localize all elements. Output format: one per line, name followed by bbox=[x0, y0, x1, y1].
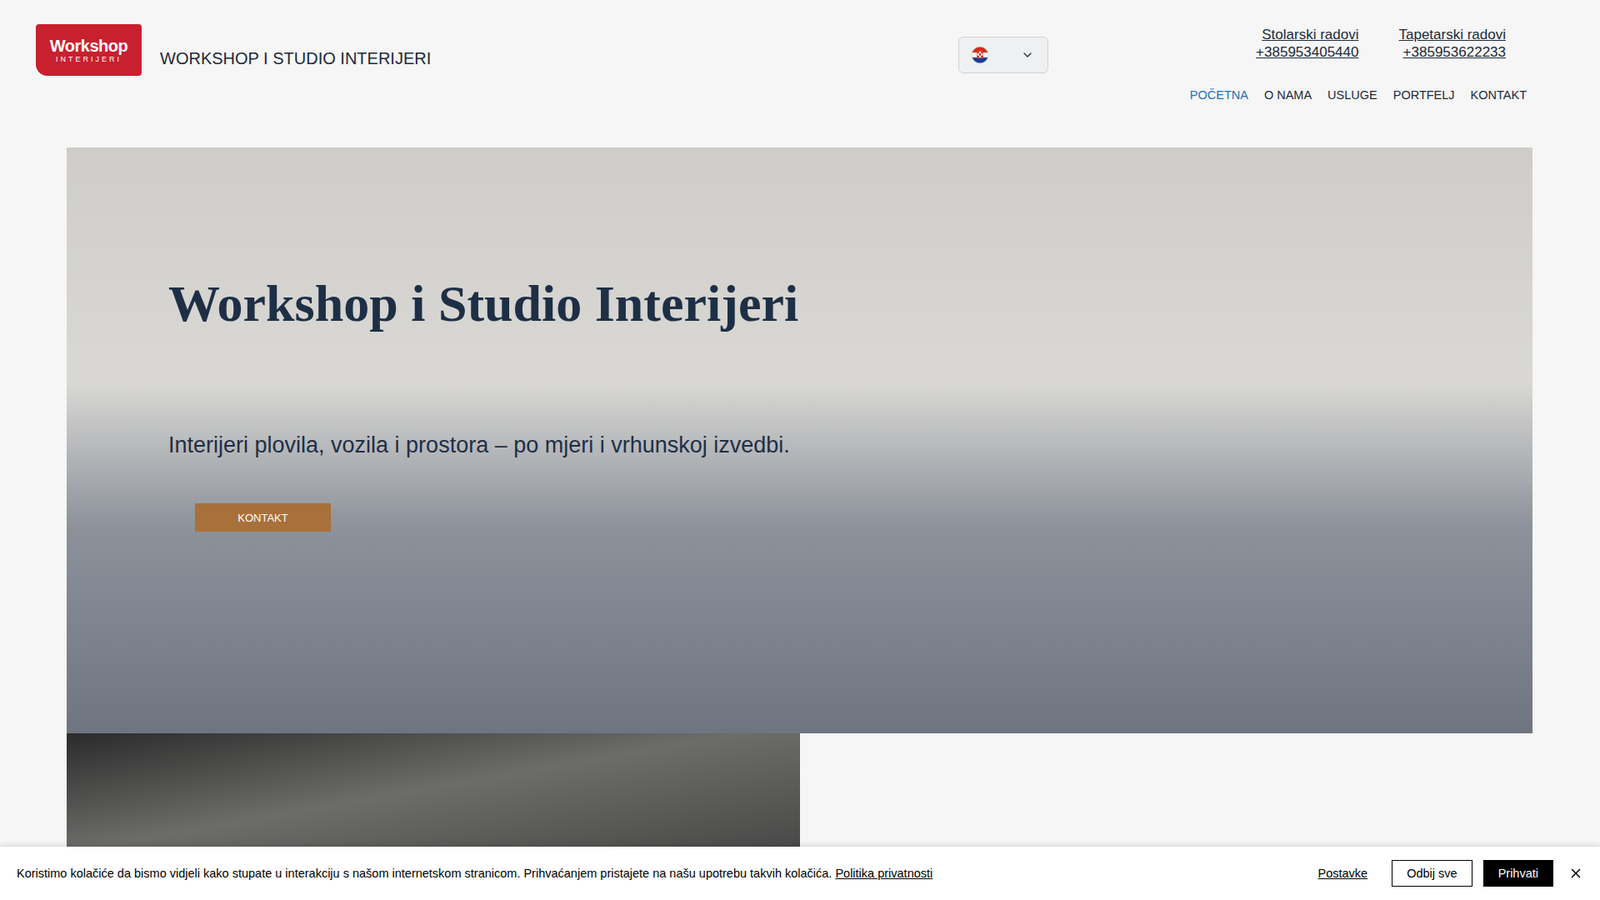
brand[interactable]: WorkshopINTERIJERI WORKSHOP I STUDIO INTE… bbox=[35, 24, 431, 76]
chevron-down-icon bbox=[1020, 48, 1035, 62]
nav-item[interactable]: POČETNA bbox=[1190, 88, 1249, 102]
croatia-flag-icon bbox=[970, 45, 990, 65]
close-icon bbox=[1568, 865, 1584, 881]
settings-link[interactable]: Postavke bbox=[1318, 866, 1369, 880]
privacy-link[interactable]: Politika privatnosti bbox=[835, 866, 933, 880]
language-selector[interactable] bbox=[958, 36, 1049, 74]
hero-title: Workshop i Studio Interijeri bbox=[168, 272, 799, 335]
hero: Workshop i Studio Interijeri Interijeri p… bbox=[66, 147, 1533, 734]
accept-button[interactable]: Prihvati bbox=[1483, 860, 1554, 887]
nav-item[interactable]: PORTFELJ bbox=[1393, 88, 1455, 102]
nav-item[interactable]: USLUGE bbox=[1327, 88, 1378, 102]
hero-contact-button[interactable]: KONTAKT bbox=[195, 503, 331, 532]
site-title[interactable]: WORKSHOP I STUDIO INTERIJERI bbox=[160, 32, 431, 69]
logo[interactable]: WorkshopINTERIJERI bbox=[35, 24, 142, 76]
header-right: Stolarski radovi+385953405440 Tapetarski … bbox=[1200, 24, 1600, 102]
close-button[interactable] bbox=[1566, 864, 1585, 883]
cookie-text: Koristimo kolačiće da bismo vidjeli kako… bbox=[16, 866, 1319, 880]
logo-sub-text: INTERIJERI bbox=[55, 55, 122, 65]
contact-link[interactable]: Stolarski radovi+385953405440 bbox=[1255, 25, 1359, 61]
cookie-bar: Koristimo kolačiće da bismo vidjeli kako… bbox=[0, 846, 1600, 900]
nav-item[interactable]: O NAMA bbox=[1264, 88, 1312, 102]
logo-main-text: Workshop bbox=[50, 36, 128, 55]
main-nav: POČETNAO NAMAUSLUGEPORTFELJKONTAKT bbox=[1200, 88, 1600, 102]
nav-item[interactable]: KONTAKT bbox=[1470, 88, 1527, 102]
reject-button[interactable]: Odbij sve bbox=[1391, 860, 1472, 887]
contacts: Stolarski radovi+385953405440 Tapetarski … bbox=[1200, 24, 1600, 61]
header: WorkshopINTERIJERI WORKSHOP I STUDIO INTE… bbox=[0, 0, 1600, 148]
hero-subtitle: Interijeri plovila, vozila i prostora – … bbox=[168, 430, 790, 460]
page: WorkshopINTERIJERI WORKSHOP I STUDIO INTE… bbox=[0, 0, 1600, 900]
contact-link[interactable]: Tapetarski radovi+385953622233 bbox=[1398, 25, 1506, 61]
